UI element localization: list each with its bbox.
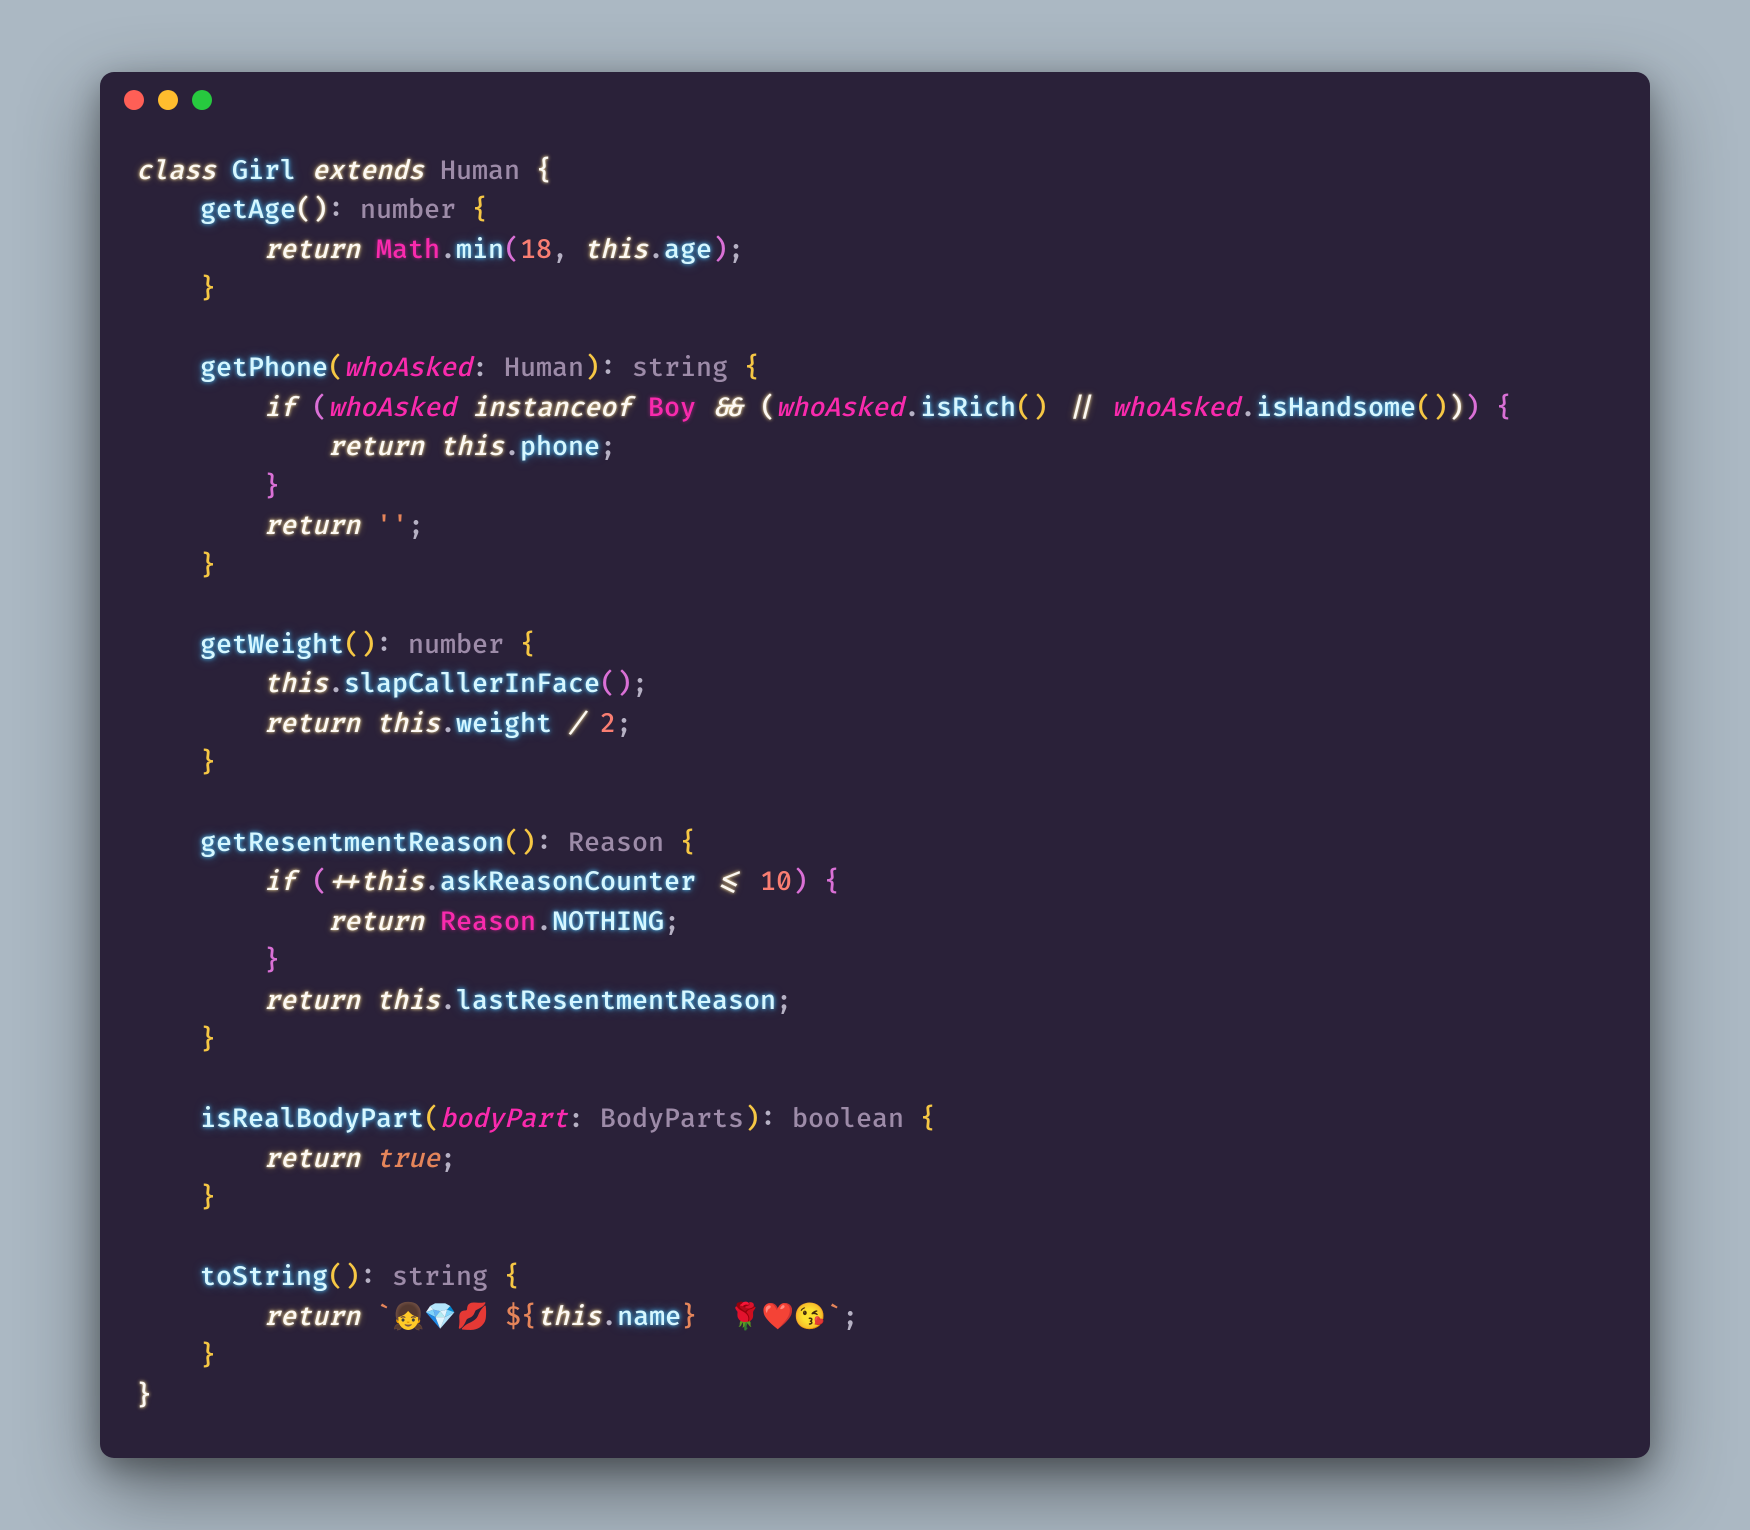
- class-girl: Girl: [232, 155, 296, 187]
- method-isrealbodypart: isRealBodyPart: [200, 1103, 424, 1135]
- prop-lastresentmentreason: lastResentmentReason: [456, 985, 776, 1017]
- number-18: 18: [520, 234, 552, 266]
- string-empty: '': [376, 510, 408, 542]
- code-block: class Girl extends Human { getAge(): num…: [100, 128, 1650, 1459]
- type-number: number: [360, 194, 456, 226]
- keyword-true: true: [376, 1143, 440, 1175]
- op-inc: ++: [328, 866, 360, 898]
- param-whoasked: whoAsked: [344, 352, 472, 384]
- number-2: 2: [600, 708, 616, 740]
- method-getweight: getWeight: [200, 629, 344, 661]
- param-bodypart: bodyPart: [440, 1103, 568, 1135]
- op-lte: <=: [712, 866, 744, 898]
- number-10: 10: [760, 866, 792, 898]
- keyword-extends: extends: [312, 155, 424, 187]
- zoom-icon[interactable]: [192, 90, 212, 110]
- method-ishandsome: isHandsome: [1256, 392, 1416, 424]
- prop-age: age: [664, 234, 712, 266]
- template-open: `👧💎💋 ${: [376, 1301, 537, 1333]
- type-reason: Reason: [568, 827, 664, 859]
- window-titlebar: [100, 72, 1650, 128]
- method-getphone: getPhone: [200, 352, 328, 384]
- keyword-class: class: [136, 155, 216, 187]
- template-close: } 🌹❤️😘`: [681, 1301, 842, 1333]
- method-slapcallerinface: slapCallerInFace: [344, 668, 600, 700]
- class-reason: Reason: [440, 906, 536, 938]
- prop-weight: weight: [456, 708, 552, 740]
- method-tostring: toString: [200, 1261, 328, 1293]
- class-human: Human: [440, 155, 520, 187]
- op-and: &&: [712, 392, 744, 424]
- prop-name: name: [617, 1301, 681, 1333]
- keyword-this: this: [584, 234, 648, 266]
- method-min: min: [456, 234, 504, 266]
- keyword-return: return: [264, 234, 360, 266]
- method-isrich: isRich: [920, 392, 1016, 424]
- minimize-icon[interactable]: [158, 90, 178, 110]
- type-boolean: boolean: [792, 1103, 904, 1135]
- method-getresentmentreason: getResentmentReason: [200, 827, 504, 859]
- prop-askreasoncounter: askReasonCounter: [440, 866, 696, 898]
- keyword-instanceof: instanceof: [472, 392, 632, 424]
- prop-nothing: NOTHING: [552, 906, 664, 938]
- method-getage: getAge: [200, 194, 296, 226]
- op-div: /: [568, 708, 584, 740]
- class-boy: Boy: [648, 392, 696, 424]
- class-math: Math: [376, 234, 440, 266]
- type-bodyparts: BodyParts: [600, 1103, 744, 1135]
- type-string: string: [632, 352, 728, 384]
- code-window: class Girl extends Human { getAge(): num…: [100, 72, 1650, 1459]
- prop-phone: phone: [520, 431, 600, 463]
- op-or: ||: [1064, 392, 1096, 424]
- keyword-if: if: [264, 392, 296, 424]
- close-icon[interactable]: [124, 90, 144, 110]
